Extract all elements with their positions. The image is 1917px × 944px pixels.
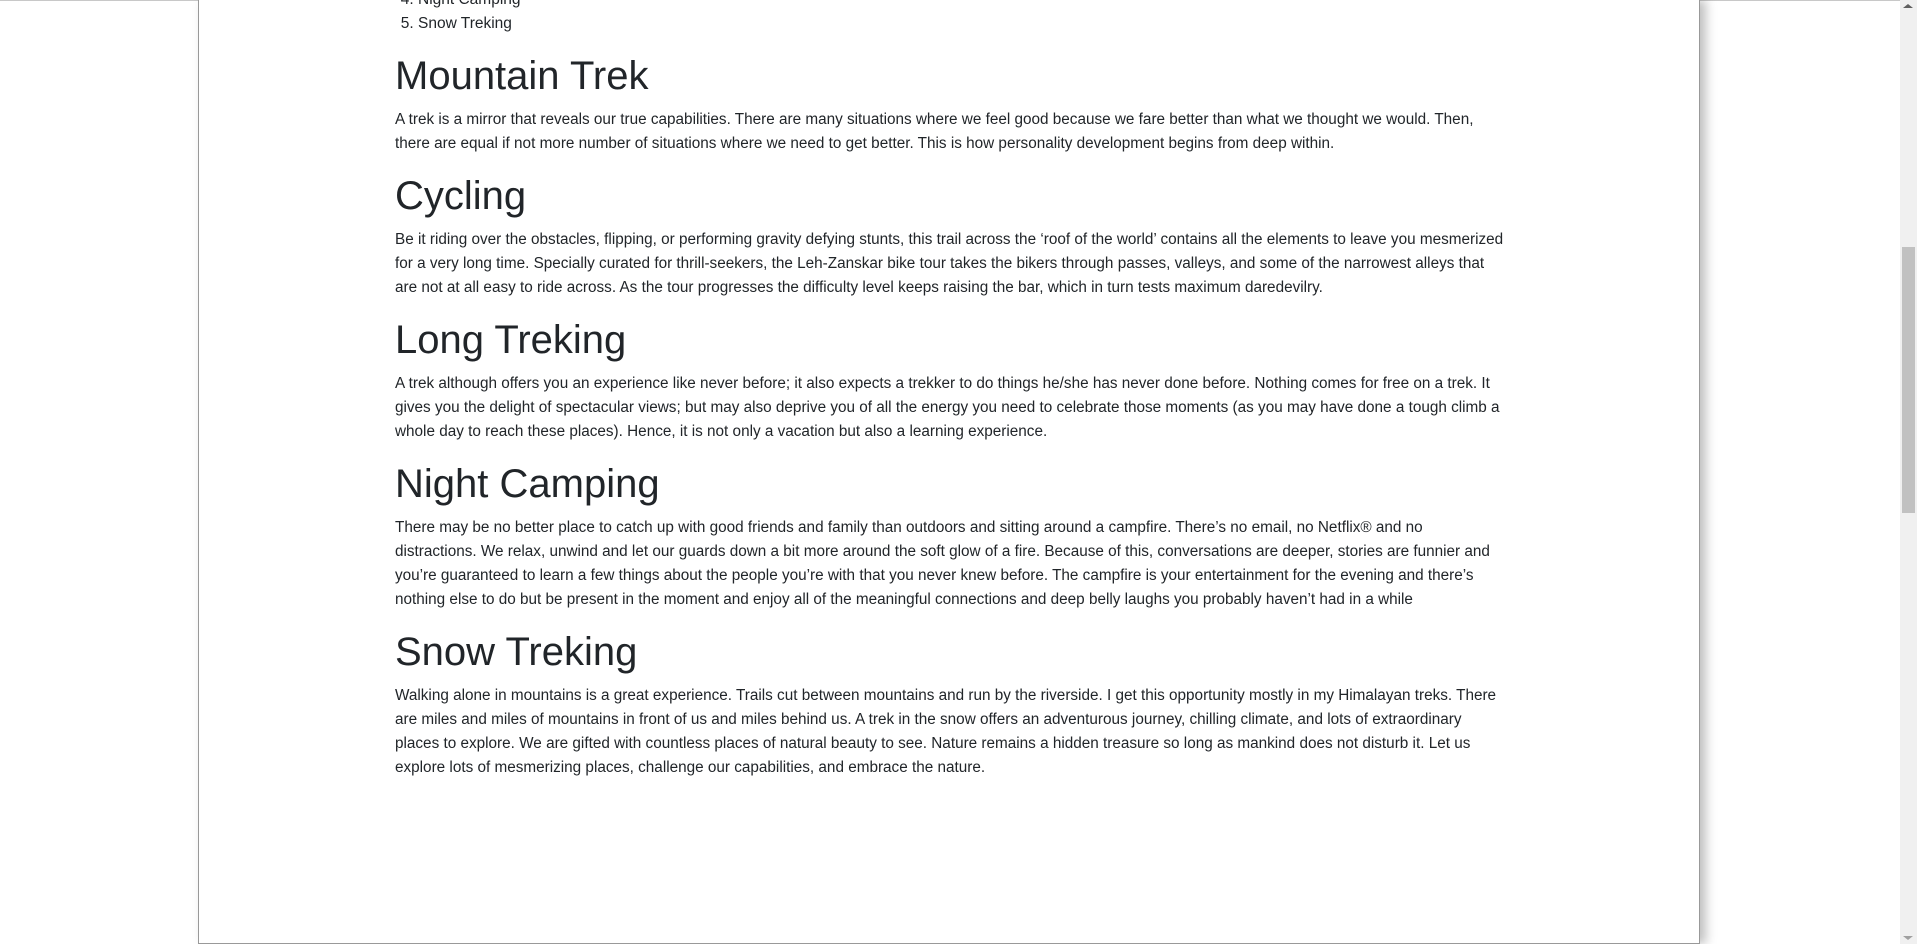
section-text-mountain-trek: A trek is a mirror that reveals our true…	[395, 111, 1474, 152]
section-text-snow-treking: Walking alone in mountains is a great ex…	[395, 687, 1497, 776]
content-card: Night Camping Snow Treking Mountain Trek…	[198, 0, 1700, 944]
activity-list: Night Camping Snow Treking	[395, 0, 1507, 36]
scroll-down-arrow-icon[interactable]	[1903, 936, 1913, 940]
section-heading-cycling: Cycling	[395, 174, 527, 218]
list-item: Snow Treking	[418, 12, 1507, 36]
article: Night Camping Snow Treking Mountain Trek…	[395, 0, 1507, 796]
section-heading-long-treking: Long Treking	[395, 318, 627, 362]
section-text-long-treking: A trek although offers you an experience…	[395, 375, 1500, 440]
section-heading-snow-treking: Snow Treking	[395, 630, 638, 674]
scroll-up-arrow-icon[interactable]	[1903, 4, 1913, 8]
section-heading-mountain-trek: Mountain Trek	[395, 54, 649, 98]
list-item: Night Camping	[418, 0, 1507, 12]
scrollbar-thumb[interactable]	[1902, 247, 1915, 513]
vertical-scrollbar[interactable]	[1900, 0, 1917, 944]
section-heading-night-camping: Night Camping	[395, 462, 660, 506]
section-text-night-camping: There may be no better place to catch up…	[395, 519, 1490, 608]
section-text-cycling: Be it riding over the obstacles, flippin…	[395, 231, 1504, 296]
